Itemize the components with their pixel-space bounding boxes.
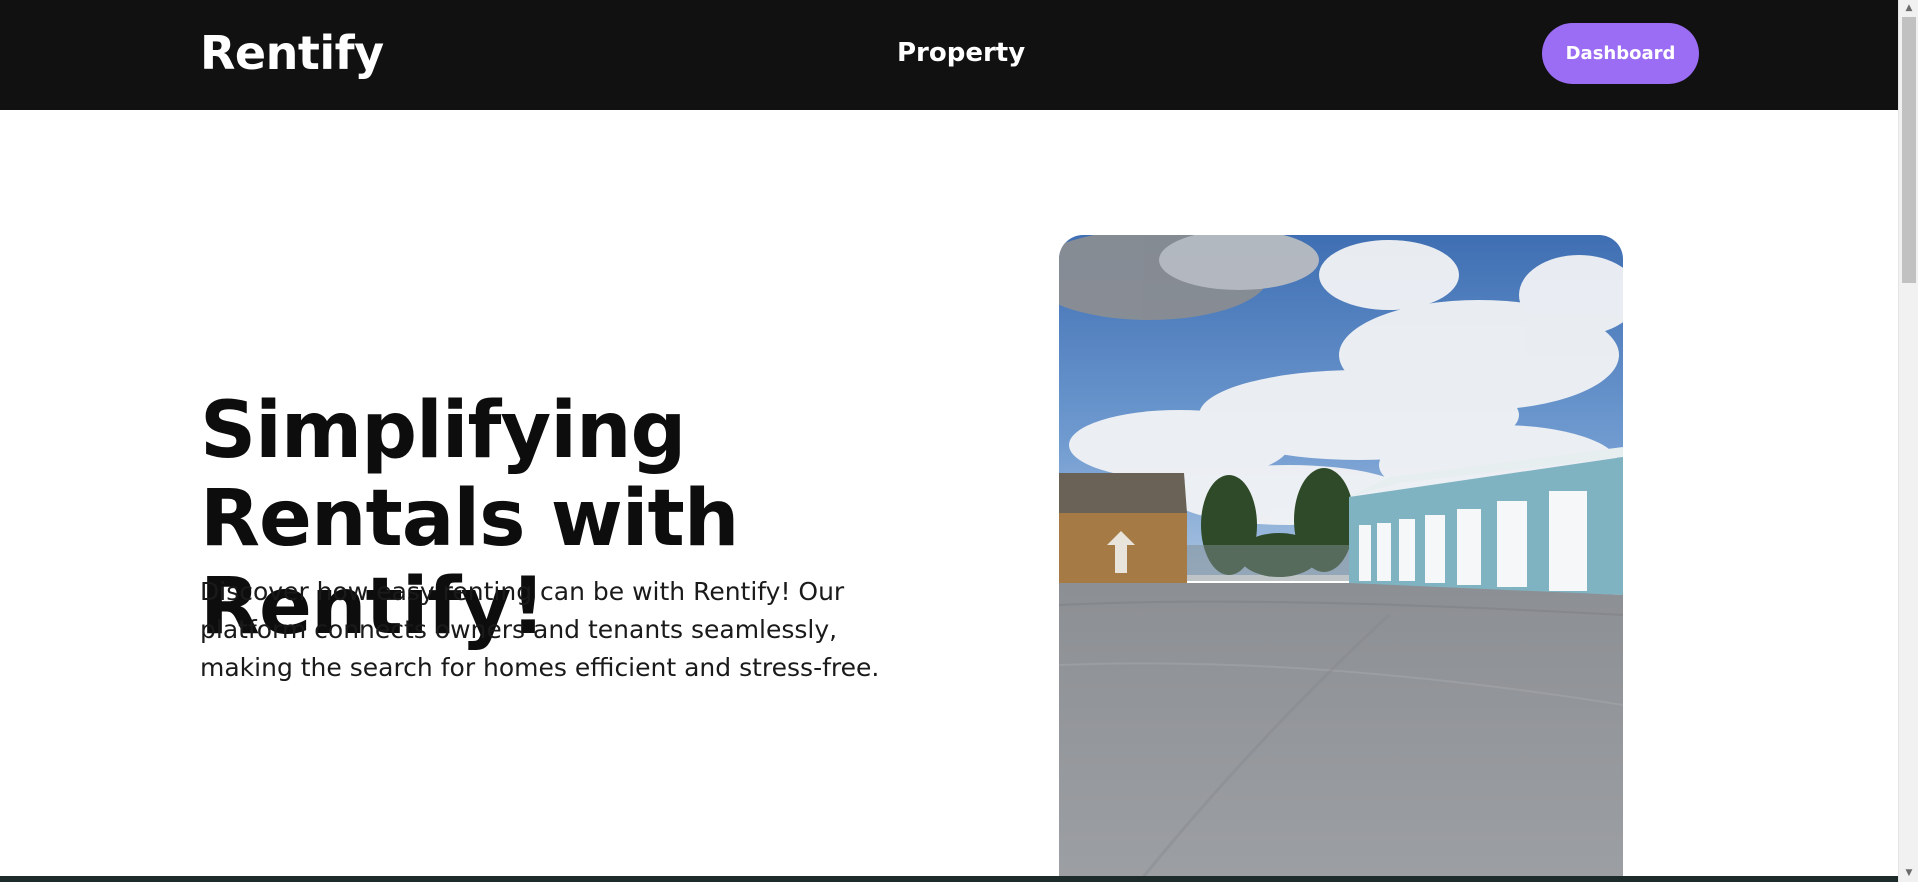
scrollbar-thumb[interactable] — [1902, 17, 1916, 283]
dashboard-button[interactable]: Dashboard — [1542, 23, 1699, 84]
navbar: Rentify Property Dashboard — [0, 0, 1898, 110]
brand-logo[interactable]: Rentify — [200, 26, 384, 80]
bottom-edge-strip — [0, 876, 1898, 882]
scroll-up-arrow-icon[interactable]: ▲ — [1899, 0, 1918, 17]
hero-description: Discover how easy renting can be with Re… — [200, 577, 880, 682]
hero-image — [1059, 235, 1623, 882]
page-scrollbar[interactable]: ▲ ▼ — [1898, 0, 1918, 882]
nav-link-property[interactable]: Property — [897, 38, 1025, 68]
scroll-down-arrow-icon[interactable]: ▼ — [1899, 865, 1918, 882]
